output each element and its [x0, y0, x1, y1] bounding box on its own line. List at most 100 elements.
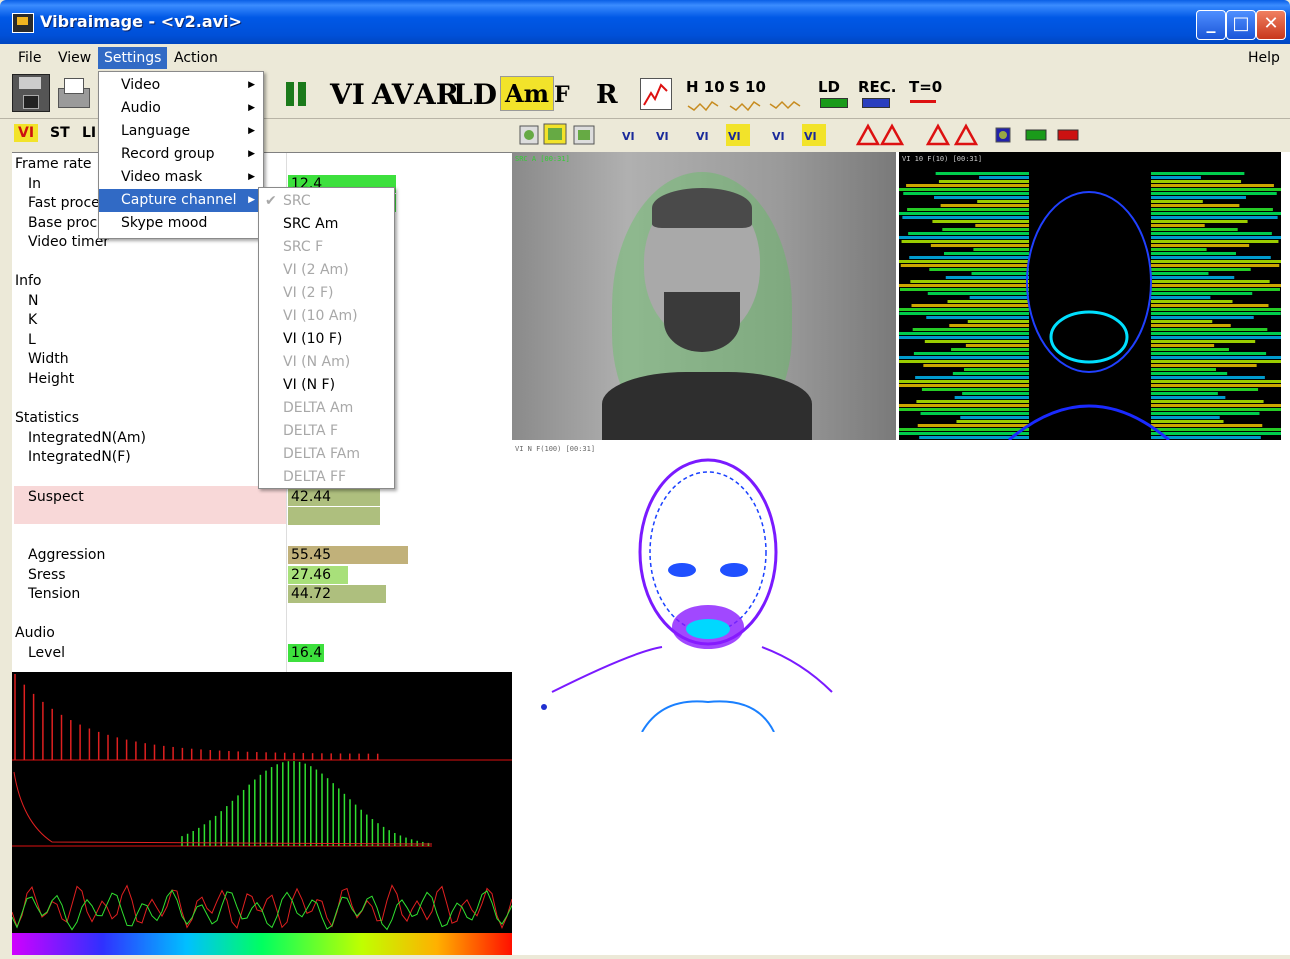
aggression-value: 55.45 — [288, 546, 408, 564]
submenu-arrow-icon: ▶ — [248, 80, 255, 90]
window-title: Vibraimage - <v2.avi> — [40, 12, 242, 31]
capture-delta-am-item[interactable]: DELTA Am — [259, 397, 394, 420]
audio-label: Audio — [15, 625, 55, 641]
capture-vi-2am-item[interactable]: VI (2 Am) — [259, 259, 394, 282]
st-tab[interactable]: ST — [50, 125, 70, 141]
statistics-label: Statistics — [15, 410, 79, 426]
menu-settings[interactable]: Settings — [98, 47, 168, 69]
suspect-bar-2 — [288, 507, 380, 525]
pause-icon[interactable] — [286, 82, 294, 106]
li-tab[interactable]: LI — [82, 125, 96, 141]
svg-text:VI: VI — [622, 130, 635, 143]
submenu-arrow-icon: ▶ — [248, 126, 255, 136]
vi10-video: VI 10 F(10) [00:31] — [899, 152, 1281, 440]
menu-bar: File View Settings Action Help — [0, 44, 1290, 70]
s10-button[interactable]: S 10 — [729, 78, 766, 96]
vin-video-label: VI N F(100) [00:31] — [515, 445, 596, 453]
capture-vi-10am-item[interactable]: VI (10 Am) — [259, 305, 394, 328]
vi-button[interactable]: VI — [330, 78, 365, 111]
svg-text:VI: VI — [804, 130, 817, 143]
green-arrow-icon — [820, 98, 848, 108]
menu-file[interactable]: File — [12, 48, 47, 68]
graph-icon[interactable] — [640, 78, 672, 110]
menu-help[interactable]: Help — [1242, 48, 1286, 68]
print-icon[interactable] — [54, 76, 94, 110]
settings-record-group-item[interactable]: Record group ▶ — [99, 143, 263, 166]
vi-tab[interactable]: VI — [14, 124, 39, 142]
svg-text:VI: VI — [772, 130, 785, 143]
info-label: Info — [15, 273, 42, 289]
capture-vi-10f-item[interactable]: VI (10 F) — [259, 328, 394, 351]
source-video-label: SRC A [00:31] — [515, 155, 570, 163]
integrated-f-label: IntegratedN(F) — [28, 449, 131, 465]
video-area: SRC A [00:31] VI 10 F(10) [00:31] VI N F… — [512, 152, 1290, 955]
vi10-video-label: VI 10 F(10) [00:31] — [902, 155, 983, 163]
level-value: 16.4 — [288, 644, 324, 662]
suspect-value: 42.44 — [288, 488, 380, 506]
k-label: K — [28, 312, 38, 328]
settings-skype-mood-item[interactable]: Skype mood — [99, 212, 263, 235]
title-bar: Vibraimage - <v2.avi> _ □ ✕ — [0, 0, 1290, 44]
capture-src-f-item[interactable]: SRC F — [259, 236, 394, 259]
av-button[interactable]: AV — [372, 78, 413, 111]
n-label: N — [28, 293, 39, 309]
submenu-arrow-icon: ▶ — [248, 172, 255, 182]
capture-delta-f-item[interactable]: DELTA F — [259, 420, 394, 443]
capture-vi-nf-item[interactable]: VI (N F) — [259, 374, 394, 397]
f-button[interactable]: F — [554, 82, 570, 108]
capture-delta-fam-item[interactable]: DELTA FAm — [259, 443, 394, 466]
am-button[interactable]: Am — [500, 76, 555, 111]
aggression-label: Aggression — [28, 547, 106, 563]
capture-src-item[interactable]: ✔ SRC — [259, 190, 394, 213]
h10-button[interactable]: H 10 — [686, 78, 725, 96]
submenu-arrow-icon: ▶ — [248, 195, 255, 205]
settings-capture-channel-item[interactable]: Capture channel ▶ — [99, 189, 263, 212]
app-icon — [12, 13, 34, 33]
capture-src-am-item[interactable]: SRC Am — [259, 213, 394, 236]
menu-action[interactable]: Action — [168, 48, 224, 68]
width-label: Width — [28, 351, 69, 367]
t0-button[interactable]: T=0 — [909, 78, 942, 96]
capture-delta-ff-item[interactable]: DELTA FF — [259, 466, 394, 489]
settings-video-item[interactable]: Video ▶ — [99, 74, 263, 97]
svg-text:VI: VI — [696, 130, 709, 143]
audio-spectrum-panel — [11, 672, 513, 955]
settings-language-item[interactable]: Language ▶ — [99, 120, 263, 143]
integrated-am-label: IntegratedN(Am) — [28, 430, 146, 446]
save-icon[interactable] — [12, 74, 50, 112]
tension-value: 44.72 — [288, 585, 386, 603]
stress-value: 27.46 — [288, 566, 348, 584]
source-video: SRC A [00:31] — [512, 152, 896, 440]
settings-audio-item[interactable]: Audio ▶ — [99, 97, 263, 120]
suspect-label: Suspect — [28, 489, 84, 505]
capture-channel-menu: ✔ SRC SRC Am SRC F VI (2 Am) VI (2 F) VI … — [258, 187, 395, 489]
settings-video-mask-item[interactable]: Video mask ▶ — [99, 166, 263, 189]
video-timer-label: Video timer — [28, 234, 110, 250]
wave-icons — [687, 100, 801, 112]
settings-menu: Video ▶ Audio ▶ Language ▶ Record group ▶ Vi… — [98, 71, 264, 239]
r-button[interactable]: R — [596, 80, 618, 110]
minimize-button[interactable]: _ — [1196, 10, 1226, 40]
svg-text:VI: VI — [656, 130, 669, 143]
maximize-button[interactable]: □ — [1226, 10, 1256, 40]
capture-vi-nam-item[interactable]: VI (N Am) — [259, 351, 394, 374]
svg-text:VI: VI — [728, 130, 741, 143]
stress-label: Sress — [28, 567, 66, 583]
tension-label: Tension — [28, 586, 81, 602]
view-toggle-icons[interactable]: VI VI VI VI VI VI — [518, 122, 1098, 150]
height-label: Height — [28, 371, 75, 387]
in-label: In — [28, 176, 42, 192]
capture-vi-2f-item[interactable]: VI (2 F) — [259, 282, 394, 305]
base-proc-label: Base proc — [28, 215, 98, 231]
ld-small-button[interactable]: LD — [818, 78, 840, 96]
close-button[interactable]: ✕ — [1256, 10, 1286, 40]
rec-button[interactable]: REC. — [858, 78, 897, 96]
submenu-arrow-icon: ▶ — [248, 103, 255, 113]
frame-rate-label: Frame rate — [15, 156, 92, 172]
level-label: Level — [28, 645, 65, 661]
ld-button[interactable]: LD — [453, 78, 497, 111]
l-label: L — [28, 332, 36, 348]
fast-proc-label: Fast proce — [28, 195, 100, 211]
menu-view[interactable]: View — [52, 48, 97, 68]
submenu-arrow-icon: ▶ — [248, 149, 255, 159]
